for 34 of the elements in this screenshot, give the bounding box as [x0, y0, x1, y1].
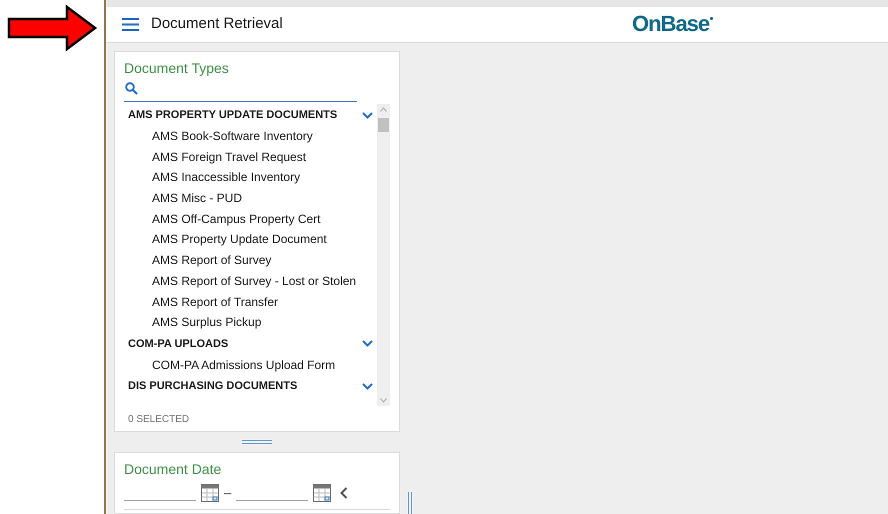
calendar-icon[interactable] [201, 484, 219, 502]
menu-icon[interactable] [122, 18, 139, 31]
range-separator: – [224, 484, 232, 502]
document-type-item[interactable]: AMS Off-Campus Property Cert [124, 208, 377, 230]
chevron-down-icon[interactable] [362, 112, 373, 118]
scroll-up-icon[interactable] [380, 107, 387, 112]
splitter-handle[interactable] [242, 440, 272, 444]
group-header[interactable]: COM-PA UPLOADS [128, 336, 228, 352]
panel-title: Document Types [124, 59, 230, 78]
document-type-item[interactable]: AMS Surplus Pickup [124, 312, 377, 333]
calendar-icon[interactable] [313, 484, 332, 502]
chevron-left-icon[interactable] [340, 486, 348, 499]
scroll-thumb[interactable] [378, 118, 389, 132]
document-type-item[interactable]: AMS Book-Software Inventory [124, 126, 377, 147]
chevron-down-icon[interactable] [362, 340, 373, 348]
selected-count: 0 SELECTED [127, 413, 190, 427]
document-type-item[interactable]: AMS Report of Transfer [124, 292, 377, 312]
scrollbar[interactable] [377, 104, 390, 406]
document-type-item[interactable]: AMS Property Update Document [124, 229, 377, 250]
registered-mark-icon [710, 17, 714, 20]
document-type-item[interactable]: AMS Misc - PUD [124, 188, 377, 209]
logo: OnBase [632, 11, 710, 38]
document-type-item[interactable]: COM-PA Admissions Upload Form [124, 354, 377, 376]
document-type-item[interactable]: AMS Inaccessible Inventory [124, 167, 377, 188]
document-type-item[interactable]: AMS Foreign Travel Request [124, 146, 377, 168]
scroll-down-icon[interactable] [380, 398, 387, 403]
group-header[interactable]: DIS PURCHASING DOCUMENTS [128, 378, 298, 395]
panel-title: Document Date [124, 460, 222, 479]
chevron-down-icon[interactable] [362, 383, 373, 390]
group-header[interactable]: AMS PROPERTY UPDATE DOCUMENTS [128, 106, 338, 124]
document-type-item[interactable]: AMS Report of Survey [124, 250, 377, 271]
page-title: Document Retrieval [151, 14, 283, 34]
document-type-item[interactable]: AMS Report of Survey - Lost or Stolen [124, 270, 377, 292]
search-icon [125, 82, 138, 95]
